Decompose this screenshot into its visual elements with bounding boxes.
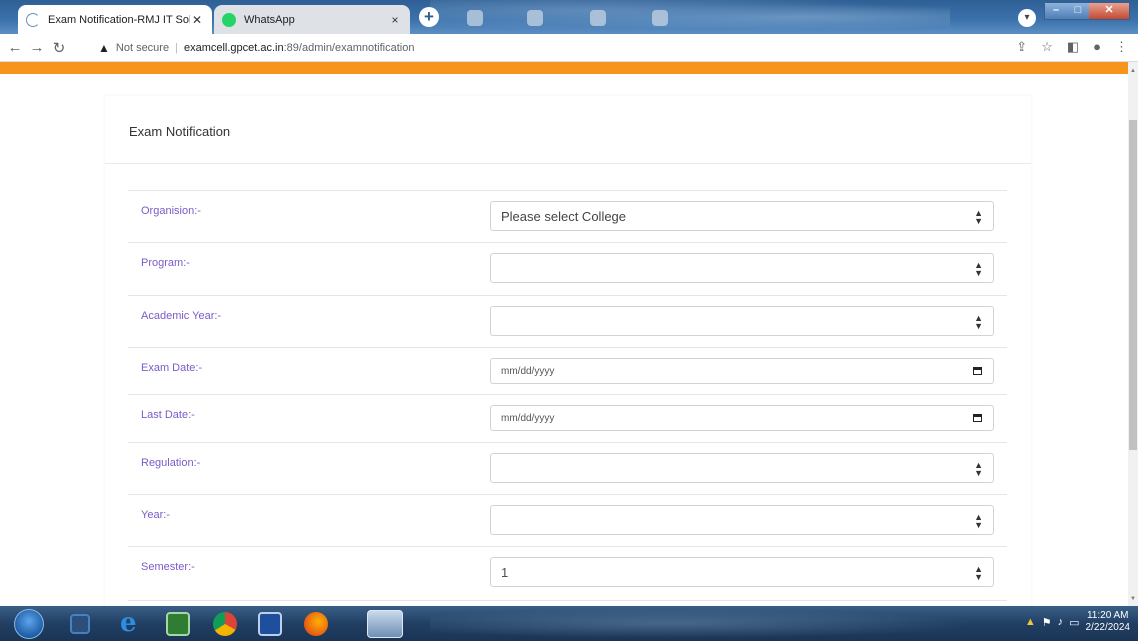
form-row-regulation: Regulation:- ▲ ▼ [128, 443, 1007, 495]
internet-explorer-icon[interactable]: e [120, 610, 144, 636]
exam-notification-card: Exam Notification Organision:- Please se… [105, 96, 1031, 606]
scroll-down-icon[interactable]: ▼ [1130, 596, 1136, 602]
media-player-icon[interactable] [70, 614, 90, 634]
share-icon[interactable]: ⇪ [1016, 39, 1027, 55]
organisation-select[interactable]: Please select College ▲ ▼ [490, 201, 994, 231]
field-label: Last Date:- [141, 409, 195, 421]
clock-time: 11:20 AM [1086, 610, 1129, 621]
minimize-icon[interactable]: – [1045, 3, 1067, 19]
semester-select[interactable]: 1 ▲ ▼ [490, 557, 994, 587]
close-tab-icon[interactable]: ✕ [190, 13, 204, 27]
date-placeholder: mm/dd/yyyy [501, 412, 555, 424]
excel-icon[interactable] [166, 612, 190, 636]
network-icon[interactable]: ▲ [1025, 616, 1036, 628]
file-explorer-icon[interactable] [367, 610, 403, 638]
year-select[interactable]: ▲ ▼ [490, 505, 994, 535]
tab-exam-notification[interactable]: Exam Notification-RMJ IT Solutio ✕ [18, 5, 212, 34]
form-row-organisation: Organision:- Please select College ▲ ▼ [128, 191, 1007, 243]
page-scrollbar[interactable]: ▲ ▼ [1128, 62, 1138, 606]
reload-icon[interactable]: ↻ [48, 39, 70, 57]
close-window-icon[interactable]: ✕ [1089, 3, 1129, 19]
chrome-icon[interactable] [213, 612, 237, 636]
scroll-up-icon[interactable]: ▲ [1130, 68, 1136, 74]
side-panel-icon[interactable]: ◧ [1067, 39, 1079, 55]
field-label: Organision:- [141, 205, 201, 217]
new-tab-button[interactable]: + [419, 7, 439, 27]
date-placeholder: mm/dd/yyyy [501, 365, 555, 377]
taskbar-background [430, 606, 1030, 641]
warning-icon: ▲ [98, 41, 110, 55]
window-controls: – □ ✕ [1044, 2, 1130, 20]
url-path: :89/admin/examnotification [283, 42, 415, 54]
tab-whatsapp[interactable]: WhatsApp × [214, 5, 410, 34]
select-arrows-icon: ▲ ▼ [974, 564, 983, 582]
display-icon[interactable]: ▭ [1069, 616, 1079, 629]
desktop-icon [467, 10, 483, 26]
program-select[interactable]: ▲ ▼ [490, 253, 994, 283]
field-label: Regulation:- [141, 457, 201, 469]
divider: | [175, 42, 178, 54]
accent-bar [0, 62, 1128, 74]
select-value: 1 [501, 564, 509, 580]
tab-title: Exam Notification-RMJ IT Solutio [48, 13, 190, 26]
select-arrows-icon: ▲ ▼ [974, 512, 983, 530]
browser-tab-strip: Exam Notification-RMJ IT Solutio ✕ Whats… [0, 0, 1138, 34]
system-tray: ▲ ⚑ ♪ ▭ 11:20 AM 2/22/2024 [1025, 610, 1130, 634]
form-row-academic-year: Academic Year:- ▲ ▼ [128, 296, 1007, 348]
action-center-icon[interactable]: ⚑ [1042, 616, 1052, 629]
form-row-last-date: Last Date:- mm/dd/yyyy [128, 395, 1007, 443]
maximize-icon[interactable]: □ [1067, 3, 1089, 19]
form-row-semester: Semester:- 1 ▲ ▼ [128, 547, 1007, 601]
word-icon[interactable] [258, 612, 282, 636]
menu-kebab-icon[interactable]: ⋮ [1115, 39, 1128, 55]
start-button-icon[interactable] [14, 609, 44, 639]
bookmark-star-icon[interactable]: ☆ [1041, 39, 1053, 55]
page-viewport: Exam Notification Organision:- Please se… [0, 74, 1128, 606]
exam-notification-form: Organision:- Please select College ▲ ▼ Pr… [128, 190, 1007, 601]
url-host: examcell.gpcet.ac.in [183, 42, 284, 54]
field-label: Semester:- [141, 561, 195, 573]
field-label: Year:- [141, 509, 170, 521]
scrollbar-thumb[interactable] [1129, 120, 1137, 450]
desktop-icon [652, 10, 668, 26]
regulation-select[interactable]: ▲ ▼ [490, 453, 994, 483]
desktop-icon [527, 10, 543, 26]
card-title: Exam Notification [105, 96, 1031, 164]
form-row-program: Program:- ▲ ▼ [128, 243, 1007, 296]
browser-toolbar: ← → ↻ ▲ Not secure | examcell.gpcet.ac.i… [0, 34, 1138, 62]
select-arrows-icon: ▲ ▼ [974, 313, 983, 331]
windows-taskbar: e ▲ ⚑ ♪ ▭ 11:20 AM 2/22/2024 [0, 606, 1138, 641]
form-row-year: Year:- ▲ ▼ [128, 495, 1007, 547]
academic-year-select[interactable]: ▲ ▼ [490, 306, 994, 336]
loading-favicon-icon [26, 12, 40, 27]
close-tab-icon[interactable]: × [388, 13, 402, 27]
last-date-input[interactable]: mm/dd/yyyy [490, 405, 994, 431]
field-label: Program:- [141, 257, 190, 269]
field-label: Exam Date:- [141, 362, 203, 374]
volume-icon[interactable]: ♪ [1058, 616, 1064, 628]
title-bar-background [430, 0, 950, 34]
firefox-icon[interactable] [304, 612, 328, 636]
clock-date: 2/22/2024 [1085, 622, 1131, 633]
select-value: Please select College [501, 208, 627, 224]
select-arrows-icon: ▲ ▼ [974, 260, 983, 278]
calendar-icon[interactable] [973, 414, 982, 422]
exam-date-input[interactable]: mm/dd/yyyy [490, 358, 994, 384]
tab-search-icon[interactable]: ▾ [1018, 9, 1036, 27]
form-row-exam-date: Exam Date:- mm/dd/yyyy [128, 348, 1007, 395]
whatsapp-icon [222, 12, 236, 27]
tab-title: WhatsApp [244, 13, 295, 26]
select-arrows-icon: ▲ ▼ [974, 208, 983, 226]
profile-avatar-icon[interactable]: ● [1093, 39, 1101, 55]
clock[interactable]: 11:20 AM 2/22/2024 [1086, 610, 1131, 634]
desktop-icon [590, 10, 606, 26]
toolbar-actions: ⇪ ☆ ◧ ● ⋮ [1016, 39, 1128, 55]
field-label: Academic Year:- [141, 310, 222, 322]
calendar-icon[interactable] [973, 367, 982, 375]
forward-arrow-icon[interactable]: → [26, 39, 48, 56]
back-arrow-icon[interactable]: ← [4, 39, 26, 56]
address-bar[interactable]: ▲ Not secure | examcell.gpcet.ac.in :89/… [98, 37, 1098, 59]
select-arrows-icon: ▲ ▼ [974, 460, 983, 478]
security-label: Not secure [115, 42, 170, 54]
